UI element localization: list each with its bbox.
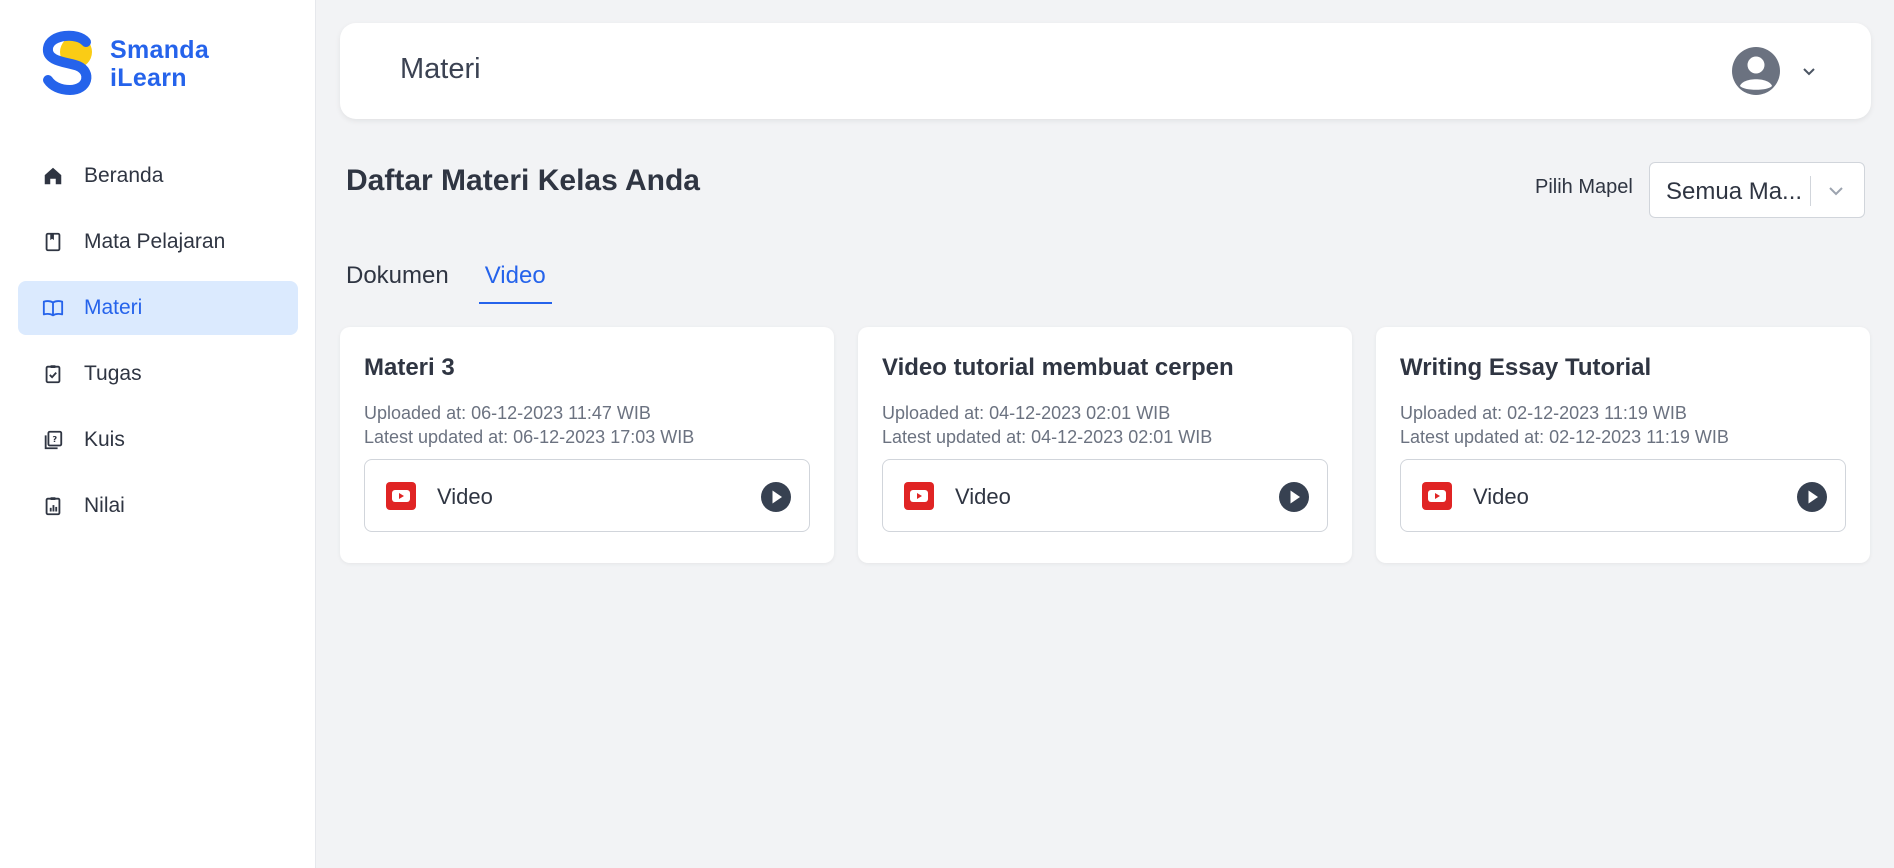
sidebar-item-materi[interactable]: Materi (18, 281, 298, 335)
select-divider (1810, 176, 1811, 206)
youtube-icon (1422, 482, 1452, 510)
card-title: Video tutorial membuat cerpen (882, 354, 1234, 381)
youtube-icon (904, 482, 934, 510)
video-link[interactable]: Video (364, 459, 810, 532)
logo-line2: iLearn (110, 64, 187, 92)
quiz-icon: ? (42, 429, 64, 451)
sidebar-item-label: Materi (84, 296, 143, 319)
updated-at: Latest updated at: 02-12-2023 11:19 WIB (1400, 427, 1729, 447)
uploaded-at: Uploaded at: 02-12-2023 11:19 WIB (1400, 403, 1687, 423)
card-meta: Uploaded at: 04-12-2023 02:01 WIB Latest… (882, 401, 1212, 449)
header-title: Materi (400, 53, 481, 85)
video-label: Video (955, 484, 1011, 509)
logo-text: Smanda iLearn (110, 36, 209, 92)
card-title: Materi 3 (364, 354, 455, 381)
sidebar-item-nilai[interactable]: Nilai (18, 479, 298, 533)
page-title: Daftar Materi Kelas Anda (346, 164, 700, 197)
video-link[interactable]: Video (882, 459, 1328, 532)
uploaded-at: Uploaded at: 04-12-2023 02:01 WIB (882, 403, 1171, 423)
logo-line1: Smanda (110, 36, 210, 64)
card-meta: Uploaded at: 02-12-2023 11:19 WIB Latest… (1400, 401, 1729, 449)
app-logo[interactable]: Smanda iLearn (38, 30, 209, 98)
open-book-icon (42, 297, 64, 319)
sidebar-item-label: Kuis (84, 428, 125, 451)
updated-at: Latest updated at: 06-12-2023 17:03 WIB (364, 427, 695, 447)
sidebar-item-mata-pelajaran[interactable]: Mata Pelajaran (18, 215, 298, 269)
svg-text:?: ? (52, 434, 57, 444)
sidebar-item-label: Mata Pelajaran (84, 230, 226, 253)
material-card: Video tutorial membuat cerpen Uploaded a… (858, 327, 1352, 563)
chevron-down-icon (1803, 68, 1815, 76)
material-tabs: Dokumen Video (346, 262, 582, 304)
grade-icon (42, 495, 64, 517)
tab-dokumen[interactable]: Dokumen (346, 262, 455, 304)
updated-at: Latest updated at: 04-12-2023 02:01 WIB (882, 427, 1213, 447)
top-bar: Materi (340, 23, 1871, 119)
play-icon[interactable] (1796, 481, 1828, 513)
clipboard-check-icon (42, 363, 64, 385)
play-icon[interactable] (1278, 481, 1310, 513)
youtube-icon (386, 482, 416, 510)
logo-icon (43, 30, 92, 96)
user-menu[interactable] (1731, 46, 1817, 96)
material-card: Writing Essay Tutorial Uploaded at: 02-1… (1376, 327, 1870, 563)
sidebar-item-label: Nilai (84, 494, 125, 517)
video-label: Video (437, 484, 493, 509)
sidebar-item-beranda[interactable]: Beranda (18, 149, 298, 203)
sidebar: Smanda iLearn Beranda Mata Pelajaran Mat… (0, 0, 316, 868)
sidebar-item-label: Beranda (84, 164, 164, 187)
sidebar-item-kuis[interactable]: ? Kuis (18, 413, 298, 467)
card-meta: Uploaded at: 06-12-2023 11:47 WIB Latest… (364, 401, 694, 449)
filter-label: Pilih Mapel (1535, 176, 1633, 198)
video-link[interactable]: Video (1400, 459, 1846, 532)
video-label: Video (1473, 484, 1529, 509)
book-icon (42, 231, 64, 253)
play-icon[interactable] (760, 481, 792, 513)
tab-video[interactable]: Video (478, 262, 552, 304)
subject-select[interactable]: Semua Ma... (1649, 162, 1865, 218)
sidebar-nav: Beranda Mata Pelajaran Materi Tugas ? Ku… (18, 149, 298, 545)
user-avatar-icon (1732, 47, 1780, 95)
chevron-down-icon (1829, 187, 1843, 196)
sidebar-item-label: Tugas (84, 362, 142, 385)
uploaded-at: Uploaded at: 06-12-2023 11:47 WIB (364, 403, 651, 423)
sidebar-item-tugas[interactable]: Tugas (18, 347, 298, 401)
material-card: Materi 3 Uploaded at: 06-12-2023 11:47 W… (340, 327, 834, 563)
card-title: Writing Essay Tutorial (1400, 354, 1652, 381)
home-icon (42, 165, 64, 187)
material-card-list: Materi 3 Uploaded at: 06-12-2023 11:47 W… (340, 327, 1870, 563)
select-value: Semua Ma... (1666, 178, 1803, 205)
